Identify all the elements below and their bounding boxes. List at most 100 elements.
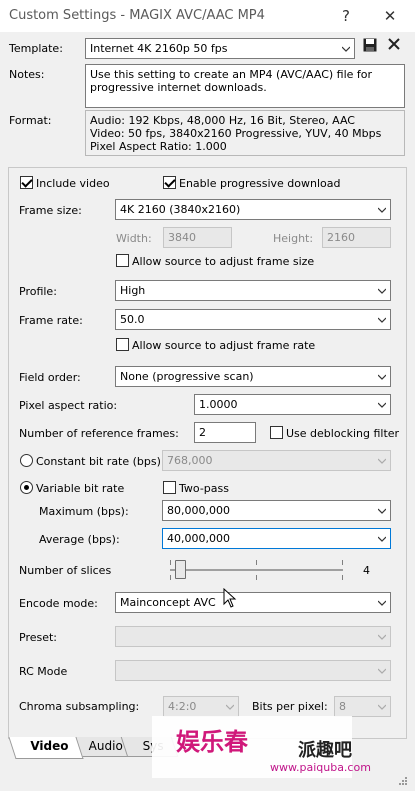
max-bitrate-select[interactable]: 80,000,000 [162, 500, 391, 521]
bpp-select[interactable]: 8 [334, 696, 391, 717]
chevron-down-icon [378, 535, 386, 543]
allow-frame-size-label: Allow source to adjust frame size [132, 255, 315, 268]
chroma-select[interactable]: 4:2:0 [163, 696, 239, 717]
rc-mode-select[interactable] [115, 660, 391, 681]
slices-slider-thumb[interactable] [175, 560, 186, 579]
vbr-label: Variable bit rate [36, 482, 125, 495]
width-input[interactable]: 3840 [163, 227, 232, 248]
resize-grip-icon[interactable] [396, 776, 408, 791]
preset-select[interactable] [115, 626, 391, 647]
encode-mode-label: Encode mode: [19, 597, 98, 610]
par-value: 1.0000 [199, 398, 238, 411]
profile-value: High [120, 284, 146, 297]
ref-frames-input[interactable]: 2 [194, 422, 256, 443]
format-line-audio: Audio: 192 Kbps, 48,000 Hz, 16 Bit, Ster… [90, 114, 355, 127]
par-label: Pixel aspect ratio: [19, 399, 118, 412]
slider-tick [256, 575, 257, 580]
cbr-select[interactable]: 768,000 [162, 450, 391, 471]
height-input[interactable]: 2160 [322, 227, 391, 248]
allow-frame-rate-label: Allow source to adjust frame rate [132, 339, 316, 352]
frame-size-label: Frame size: [19, 204, 82, 217]
template-label: Template: [9, 42, 63, 55]
rc-mode-label: RC Mode [19, 665, 68, 678]
ref-frames-label: Number of reference frames: [19, 427, 179, 440]
save-icon[interactable] [363, 38, 377, 52]
notes-label: Notes: [9, 68, 45, 81]
progressive-download-label: Enable progressive download [179, 177, 341, 190]
preset-label: Preset: [19, 631, 58, 644]
format-line-video: Video: 50 fps, 3840x2160 Progressive, YU… [90, 127, 382, 140]
progressive-download-checkbox[interactable] [163, 176, 176, 189]
tab-video[interactable]: Video [8, 737, 84, 759]
field-order-label: Field order: [19, 371, 81, 384]
deblocking-label: Use deblocking filter [286, 427, 400, 440]
include-video-label: Include video [36, 177, 110, 190]
profile-select[interactable]: High [115, 280, 391, 301]
help-button[interactable]: ? [334, 5, 358, 27]
height-label: Height: [273, 232, 314, 245]
slider-tick [342, 560, 343, 565]
field-order-value: None (progressive scan) [120, 370, 254, 383]
chevron-down-icon [378, 316, 386, 324]
avg-bitrate-label: Average (bps): [39, 533, 120, 546]
watermark-site-name: 派趣吧 [298, 740, 352, 761]
chevron-down-icon [378, 667, 386, 675]
slices-label: Number of slices [19, 564, 112, 577]
allow-frame-rate-checkbox[interactable] [116, 338, 129, 351]
watermark-url: www.paiquba.com [270, 761, 371, 774]
format-info: Audio: 192 Kbps, 48,000 Hz, 16 Bit, Ster… [85, 110, 405, 156]
slider-tick [342, 575, 343, 580]
profile-label: Profile: [19, 285, 57, 298]
format-label: Format: [9, 114, 52, 127]
frame-size-value: 4K 2160 (3840x2160) [120, 203, 241, 216]
max-bitrate-label: Maximum (bps): [39, 505, 129, 518]
encode-mode-value: Mainconcept AVC [120, 596, 216, 609]
frame-size-select[interactable]: 4K 2160 (3840x2160) [115, 199, 391, 220]
notes-textarea[interactable]: Use this setting to create an MP4 (AVC/A… [85, 64, 405, 108]
cbr-radio[interactable] [20, 454, 33, 467]
chevron-down-icon [378, 457, 386, 465]
slices-value: 4 [363, 564, 370, 577]
slices-slider-track[interactable] [170, 569, 343, 571]
chevron-down-icon [342, 45, 350, 53]
close-button[interactable]: ✕ [378, 5, 402, 27]
cbr-value: 768,000 [167, 454, 213, 467]
deblocking-checkbox[interactable] [270, 426, 283, 439]
two-pass-checkbox[interactable] [163, 481, 176, 494]
frame-rate-value: 50.0 [120, 313, 145, 326]
chevron-down-icon [378, 599, 386, 607]
width-label: Width: [116, 232, 152, 245]
chevron-down-icon [378, 373, 386, 381]
field-order-select[interactable]: None (progressive scan) [115, 366, 391, 387]
slider-tick [170, 575, 171, 580]
frame-rate-select[interactable]: 50.0 [115, 309, 391, 330]
chroma-label: Chroma subsampling: [19, 700, 140, 713]
include-video-checkbox[interactable] [20, 176, 33, 189]
format-line-par: Pixel Aspect Ratio: 1.000 [90, 140, 227, 153]
chroma-value: 4:2:0 [168, 700, 197, 713]
avg-bitrate-value: 40,000,000 [167, 532, 230, 545]
delete-icon[interactable] [387, 37, 401, 51]
chevron-down-icon [378, 633, 386, 641]
chevron-down-icon [378, 401, 386, 409]
chevron-down-icon [226, 703, 234, 711]
chevron-down-icon [378, 507, 386, 515]
cbr-label: Constant bit rate (bps): [36, 455, 165, 468]
template-select[interactable]: Internet 4K 2160p 50 fps [85, 38, 355, 59]
watermark-brand: 娱乐春 [176, 727, 248, 756]
frame-rate-label: Frame rate: [19, 314, 83, 327]
mouse-cursor-icon [223, 587, 237, 608]
template-value: Internet 4K 2160p 50 fps [90, 42, 228, 55]
slider-tick [256, 560, 257, 565]
par-select[interactable]: 1.0000 [194, 394, 391, 415]
chevron-down-icon [378, 206, 386, 214]
max-bitrate-value: 80,000,000 [167, 504, 230, 517]
vbr-radio[interactable] [20, 481, 33, 494]
chevron-down-icon [378, 703, 386, 711]
allow-frame-size-checkbox[interactable] [116, 254, 129, 267]
bpp-value: 8 [339, 700, 346, 713]
window-title: Custom Settings - MAGIX AVC/AAC MP4 [9, 8, 265, 23]
avg-bitrate-select[interactable]: 40,000,000 [162, 528, 391, 549]
two-pass-label: Two-pass [179, 482, 229, 495]
encode-mode-select[interactable]: Mainconcept AVC [115, 592, 391, 613]
